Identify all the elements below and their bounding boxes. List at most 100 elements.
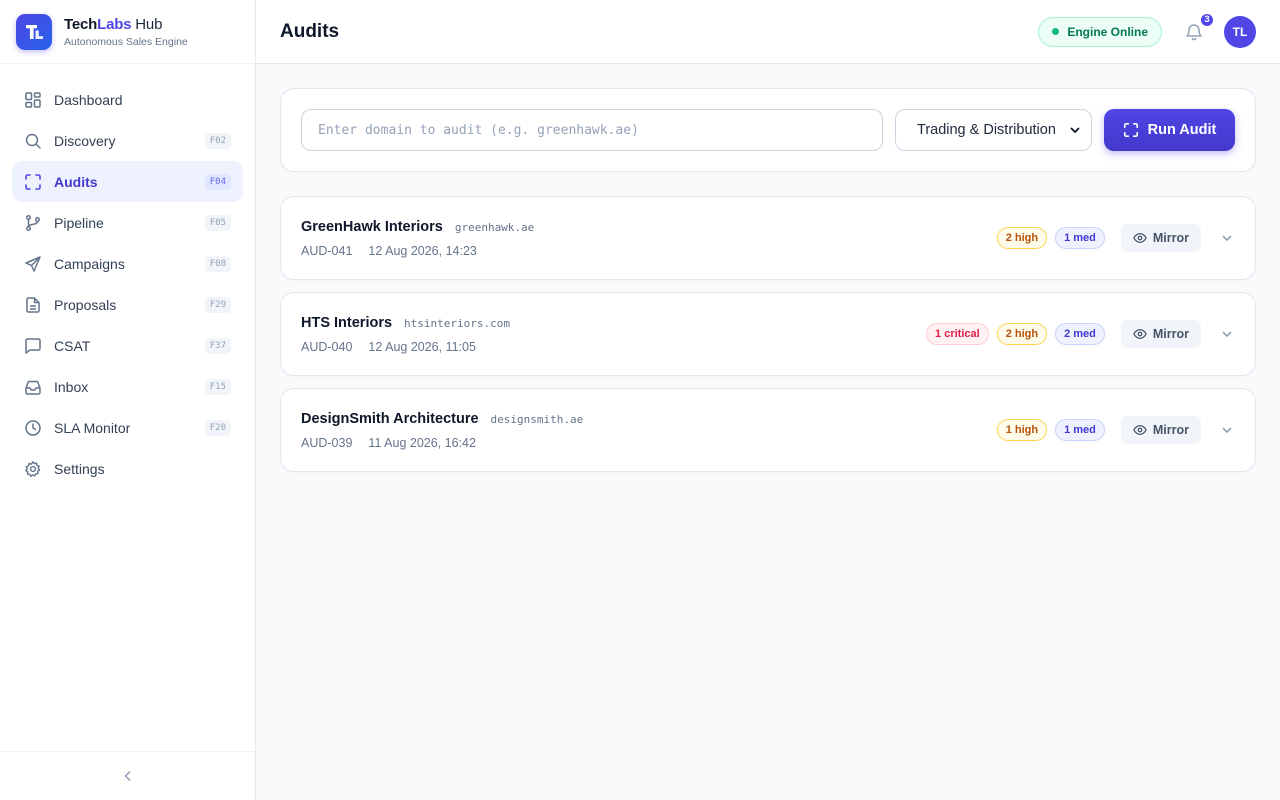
file-icon: [24, 296, 42, 314]
shortcut-key: F37: [204, 337, 231, 354]
shortcut-key: F05: [204, 214, 231, 231]
inbox-icon: [24, 378, 42, 396]
sidebar-item-dashboard[interactable]: Dashboard: [12, 79, 243, 120]
severity-badge-critical: 1 critical: [926, 323, 989, 345]
run-audit-label: Run Audit: [1147, 122, 1217, 138]
sidebar-item-settings[interactable]: Settings: [12, 448, 243, 489]
sidebar-item-label: CSAT: [54, 337, 91, 354]
company-domain: designsmith.ae: [490, 412, 584, 426]
sidebar-item-discovery[interactable]: Discovery F02: [12, 120, 243, 161]
eye-icon: [1133, 423, 1147, 437]
sidebar-item-label: Discovery: [54, 132, 116, 149]
audit-card[interactable]: DesignSmith Architecture designsmith.ae …: [280, 388, 1256, 472]
notifications-button[interactable]: 3: [1182, 11, 1215, 44]
audit-date: 12 Aug 2026, 14:23: [368, 243, 477, 258]
severity-badge-high: 2 high: [996, 227, 1048, 249]
company-name: GreenHawk Interiors: [301, 218, 443, 235]
audit-date: 11 Aug 2026, 16:42: [368, 435, 476, 450]
message-icon: [24, 337, 42, 355]
scan-icon: [24, 173, 42, 191]
severity-badge-high: 2 high: [996, 323, 1048, 345]
brand-name-part3: Hub: [131, 15, 163, 33]
send-icon: [24, 255, 42, 273]
audit-card[interactable]: GreenHawk Interiors greenhawk.ae AUD-041…: [280, 196, 1256, 280]
mirror-button[interactable]: Mirror: [1120, 224, 1201, 252]
chevron-down-icon: [1221, 328, 1233, 340]
sidebar-item-proposals[interactable]: Proposals F29: [12, 284, 243, 325]
company-domain: htsinteriors.com: [404, 316, 511, 330]
main-content: Trading & Distribution Run Audit GreenHa…: [280, 88, 1256, 484]
eye-icon: [1133, 231, 1147, 245]
sidebar-item-inbox[interactable]: Inbox F15: [12, 366, 243, 407]
sidebar-item-pipeline[interactable]: Pipeline F05: [12, 202, 243, 243]
sidebar-item-label: Audits: [54, 173, 98, 190]
page-title: Audits: [280, 20, 340, 42]
logo-icon: [26, 24, 43, 39]
expand-button[interactable]: [1219, 422, 1235, 438]
severity-badge-med: 2 med: [1055, 323, 1105, 345]
severity-badges: 1 high 1 med: [989, 419, 1105, 441]
sidebar-item-label: SLA Monitor: [54, 419, 131, 436]
brand-name: TechLabs Hub: [64, 16, 188, 33]
sidebar-collapse-button[interactable]: [0, 751, 255, 800]
shortcut-key: F04: [204, 173, 231, 190]
audit-id: AUD-040: [301, 339, 353, 354]
mirror-label: Mirror: [1152, 231, 1189, 245]
sidebar-item-campaigns[interactable]: Campaigns F08: [12, 243, 243, 284]
company-domain: greenhawk.ae: [454, 220, 535, 234]
sidebar: TechLabs Hub Autonomous Sales Engine Das…: [0, 0, 256, 800]
expand-button[interactable]: [1219, 230, 1235, 246]
top-header: Audits Engine Online 3 TL: [256, 0, 1280, 64]
audit-card[interactable]: HTS Interiors htsinteriors.com AUD-040 1…: [280, 292, 1256, 376]
sidebar-nav: Dashboard Discovery F02 Audits F04 Pipel…: [0, 64, 255, 489]
brand-name-part1: Tech: [64, 15, 98, 33]
mirror-label: Mirror: [1152, 423, 1189, 437]
shortcut-key: F02: [204, 132, 231, 149]
gear-icon: [24, 460, 42, 478]
status-dot-icon: [1052, 28, 1060, 35]
brand-subtitle: Autonomous Sales Engine: [64, 35, 188, 48]
notification-count: 3: [1199, 11, 1215, 28]
eye-icon: [1133, 327, 1147, 341]
industry-select[interactable]: Trading & Distribution: [895, 109, 1092, 151]
sidebar-item-sla-monitor[interactable]: SLA Monitor F20: [12, 407, 243, 448]
engine-status-badge: Engine Online: [1038, 16, 1162, 47]
domain-input[interactable]: [301, 109, 883, 151]
sidebar-item-csat[interactable]: CSAT F37: [12, 325, 243, 366]
sidebar-item-label: Pipeline: [54, 214, 104, 231]
chevron-down-icon: [1069, 124, 1081, 136]
audit-id: AUD-039: [301, 435, 353, 450]
avatar[interactable]: TL: [1224, 15, 1256, 48]
sidebar-item-label: Dashboard: [54, 91, 123, 108]
shortcut-key: F20: [204, 419, 231, 436]
sidebar-item-audits[interactable]: Audits F04: [12, 161, 243, 202]
industry-select-value: Trading & Distribution: [917, 122, 1056, 138]
audit-form: Trading & Distribution Run Audit: [280, 88, 1256, 172]
severity-badge-med: 1 med: [1055, 419, 1105, 441]
mirror-label: Mirror: [1152, 327, 1189, 341]
audit-list: GreenHawk Interiors greenhawk.ae AUD-041…: [280, 196, 1256, 472]
chevron-left-icon: [121, 769, 135, 783]
audit-id: AUD-041: [301, 243, 353, 258]
shortcut-key: F08: [204, 255, 231, 272]
chevron-down-icon: [1221, 424, 1233, 436]
mirror-button[interactable]: Mirror: [1120, 416, 1201, 444]
sidebar-item-label: Settings: [54, 460, 105, 477]
mirror-button[interactable]: Mirror: [1120, 320, 1201, 348]
company-name: DesignSmith Architecture: [301, 410, 479, 427]
run-audit-button[interactable]: Run Audit: [1104, 109, 1235, 151]
shortcut-key: F15: [204, 378, 231, 395]
expand-button[interactable]: [1219, 326, 1235, 342]
shortcut-key: F29: [204, 296, 231, 313]
sidebar-item-label: Proposals: [54, 296, 117, 313]
sidebar-item-label: Inbox: [54, 378, 89, 395]
audit-date: 12 Aug 2026, 11:05: [368, 339, 476, 354]
brand-name-part2: Labs: [97, 15, 132, 33]
scan-icon: [1123, 122, 1139, 138]
logo: [16, 13, 52, 50]
sidebar-item-label: Campaigns: [54, 255, 125, 272]
clock-icon: [24, 419, 42, 437]
git-branch-icon: [24, 214, 42, 232]
severity-badges: 1 critical 2 high 2 med: [918, 323, 1105, 345]
search-icon: [24, 132, 42, 150]
